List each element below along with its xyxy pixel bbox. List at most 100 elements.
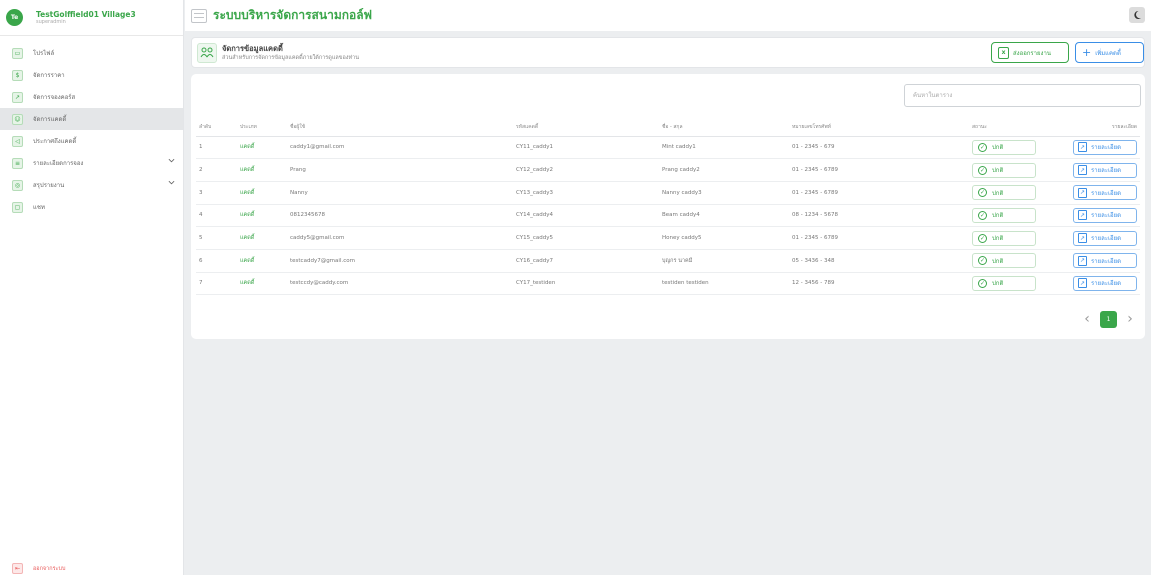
cell-fullname: Nanny caddy3 [662, 181, 792, 205]
sidebar-item-4[interactable]: ☺ จัดการแคดดี้ [0, 108, 183, 130]
cell-detail: ↗ รายละเอียด [1064, 249, 1140, 273]
add-label: เพิ่มแคดดี้ [1095, 49, 1121, 57]
status-label: ปกติ [992, 212, 1004, 220]
sidebar-item-3[interactable]: ↗ จัดการจองคอร์ส [0, 86, 183, 108]
cell-no: 4 [196, 204, 240, 228]
cell-phone: 12 - 3456 - 789 [792, 272, 972, 296]
cell-no: 1 [196, 136, 240, 160]
col-header-phone: หมายเลขโทรศัพท์ [792, 118, 972, 137]
col-header-code: รหัสแคดดี้ [516, 118, 662, 137]
prev-page-button[interactable]: ‹ [1079, 310, 1095, 328]
id-card-icon: ▭ [12, 47, 23, 59]
cell-fullname: Beam caddy4 [662, 204, 792, 228]
status-label: ปกติ [992, 167, 1004, 175]
chevron-down-icon[interactable] [168, 157, 175, 164]
status-button[interactable]: ✓ ปกติ [972, 139, 1036, 155]
chevron-down-icon[interactable] [168, 179, 175, 186]
detail-button[interactable]: ↗ รายละเอียด [1073, 162, 1137, 178]
cell-fullname: Prang caddy2 [662, 158, 792, 182]
avatar[interactable]: Te [6, 9, 23, 26]
cell-username: caddy1@gmail.com [290, 136, 516, 160]
chart-icon: ↗ [12, 91, 23, 103]
sidebar-item-8[interactable]: ▢ แชท [0, 196, 183, 218]
cell-type: แคดดี้ [240, 204, 290, 228]
cell-status: ✓ ปกติ [972, 249, 1064, 273]
detail-label: รายละเอียด [1091, 167, 1122, 175]
document-icon: ↗ [1078, 142, 1087, 153]
cell-detail: ↗ รายละเอียด [1064, 181, 1140, 205]
page-subtitle: ส่วนสำหรับการจัดการข้อมูลแคดดี้ภายใต้การ… [222, 55, 359, 61]
excel-icon: x [998, 46, 1009, 59]
cell-type: แคดดี้ [240, 272, 290, 296]
detail-button[interactable]: ↗ รายละเอียด [1073, 185, 1137, 201]
sidebar-item-label: ประกาศถึงแคดดี้ [33, 138, 77, 145]
add-caddy-button[interactable]: + เพิ่มแคดดี้ [1075, 42, 1144, 63]
detail-label: รายละเอียด [1091, 212, 1122, 220]
cell-detail: ↗ รายละเอียด [1064, 136, 1140, 160]
sidebar-menu: ▭ โปรไฟล์ $ จัดการราคา ↗ จัดการจองคอร์ส ☺ จัดกา… [0, 42, 183, 218]
sidebar-item-7[interactable]: ◎ สรุปรายงาน [0, 174, 183, 196]
detail-label: รายละเอียด [1091, 235, 1122, 243]
col-header-status: สถานะ [972, 118, 1064, 137]
cell-status: ✓ ปกติ [972, 204, 1064, 228]
check-circle-icon: ✓ [978, 165, 987, 175]
detail-button[interactable]: ↗ รายละเอียด [1073, 207, 1137, 223]
cell-fullname: Mint caddy1 [662, 136, 792, 160]
cell-fullname: testiden testiden [662, 272, 792, 296]
cell-phone: 01 - 2345 - 679 [792, 136, 972, 160]
app-title: ระบบบริหารจัดการสนามกอล์ฟ [213, 8, 373, 22]
table-row: 4 แคดดี้ 0812345678 CY14_caddy4 Beam caddy4 0… [196, 204, 1140, 228]
export-report-button[interactable]: x ส่งออกรายงาน [991, 42, 1069, 63]
cell-no: 5 [196, 226, 240, 250]
detail-label: รายละเอียด [1091, 144, 1122, 152]
cell-username: Prang [290, 158, 516, 182]
table-header-row: ลำดับ ประเภท ชื่อผู้ใช้ รหัสแคดดี้ ชื่อ … [196, 118, 1140, 137]
search-input[interactable] [904, 84, 1141, 107]
sidebar-item-label: โปรไฟล์ [33, 50, 55, 57]
sidebar: Te TestGolffield01 Village3 superadmin ▭… [0, 0, 184, 575]
plus-icon: + [1082, 45, 1092, 59]
logout-button[interactable]: ⇤ ออกจากระบบ [12, 563, 65, 574]
check-circle-icon: ✓ [978, 278, 987, 288]
user-profile: Te TestGolffield01 Village3 superadmin [0, 0, 183, 36]
list-icon: ≡ [12, 157, 23, 169]
status-button[interactable]: ✓ ปกติ [972, 253, 1036, 269]
cell-type: แคดดี้ [240, 249, 290, 273]
menu-toggle-icon[interactable] [191, 8, 207, 23]
col-header-detail: รายละเอียด [1064, 118, 1140, 137]
cell-username: testcaddy7@gmail.com [290, 249, 516, 273]
sidebar-item-1[interactable]: ▭ โปรไฟล์ [0, 42, 183, 64]
status-button[interactable]: ✓ ปกติ [972, 275, 1036, 291]
detail-button[interactable]: ↗ รายละเอียด [1073, 139, 1137, 155]
cell-fullname: Honey caddy5 [662, 226, 792, 250]
cell-status: ✓ ปกติ [972, 226, 1064, 250]
sidebar-item-2[interactable]: $ จัดการราคา [0, 64, 183, 86]
status-button[interactable]: ✓ ปกติ [972, 207, 1036, 223]
detail-button[interactable]: ↗ รายละเอียด [1073, 275, 1137, 291]
cell-fullname: บุญกร นาคมี [662, 249, 792, 273]
sidebar-item-6[interactable]: ≡ รายละเอียดการจอง [0, 152, 183, 174]
detail-button[interactable]: ↗ รายละเอียด [1073, 230, 1137, 246]
cell-phone: 01 - 2345 - 6789 [792, 181, 972, 205]
megaphone-icon: ◁ [12, 135, 23, 147]
status-label: ปกติ [992, 257, 1004, 265]
cell-type: แคดดี้ [240, 181, 290, 205]
cell-status: ✓ ปกติ [972, 272, 1064, 296]
check-circle-icon: ✓ [978, 142, 987, 152]
status-button[interactable]: ✓ ปกติ [972, 230, 1036, 246]
status-button[interactable]: ✓ ปกติ [972, 185, 1036, 201]
document-icon: ↗ [1078, 255, 1087, 266]
detail-button[interactable]: ↗ รายละเอียด [1073, 253, 1137, 269]
dark-mode-toggle[interactable] [1129, 7, 1145, 23]
col-header-no: ลำดับ [196, 118, 240, 137]
document-icon: ↗ [1078, 233, 1087, 244]
status-button[interactable]: ✓ ปกติ [972, 162, 1036, 178]
sidebar-item-5[interactable]: ◁ ประกาศถึงแคดดี้ [0, 130, 183, 152]
next-page-button[interactable]: › [1122, 310, 1138, 328]
page-1-button[interactable]: 1 [1100, 310, 1117, 328]
col-header-fullname: ชื่อ - สกุล [662, 118, 792, 137]
user-role: superadmin [36, 18, 66, 25]
cell-detail: ↗ รายละเอียด [1064, 204, 1140, 228]
cell-username: Nanny [290, 181, 516, 205]
cell-type: แคดดี้ [240, 136, 290, 160]
